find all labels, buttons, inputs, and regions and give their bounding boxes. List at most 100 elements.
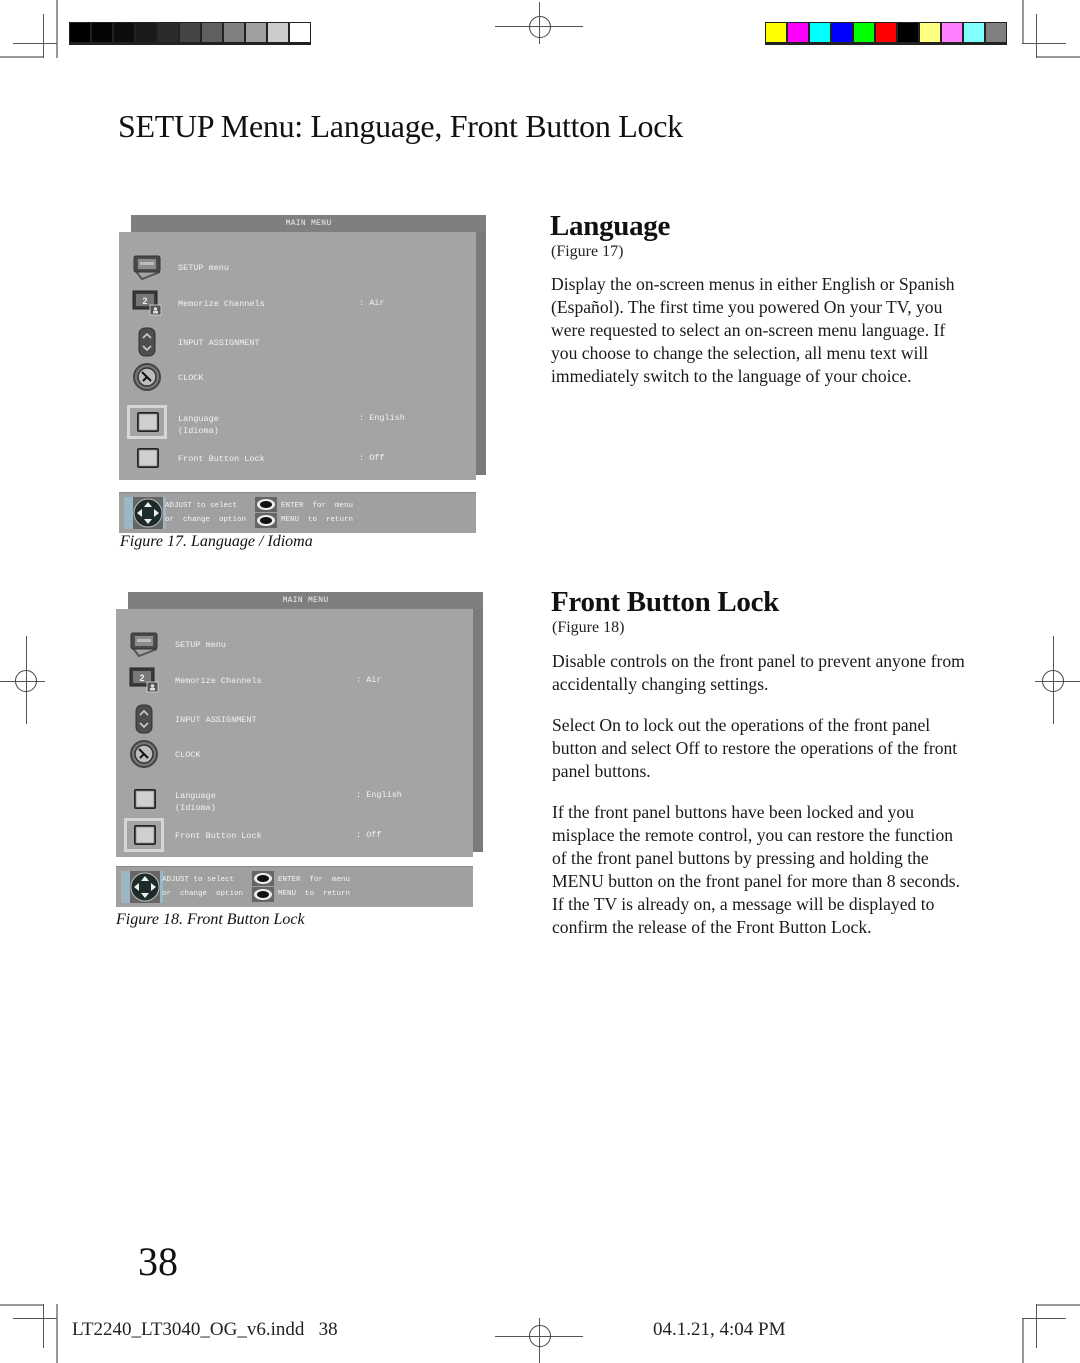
menu-item-value: : Air: [359, 298, 385, 308]
menu-item-label: Language (Idioma): [175, 791, 216, 813]
color-swatch: [810, 23, 830, 42]
tv-menu-figure-18: MAIN MENU SETUP menu 2 Memorize Channels : A…: [116, 592, 486, 912]
grayscale-swatch: [114, 23, 134, 42]
menu-item[interactable]: 2 Memorize Channels : Air: [116, 665, 473, 695]
menu-item[interactable]: CLOCK: [119, 362, 476, 392]
help-change-text: or change option: [165, 516, 247, 524]
menu-item[interactable]: Front Button Lock : Off: [116, 820, 473, 850]
figure-17-caption: Figure 17. Language / Idioma: [120, 533, 313, 550]
enter-button-icon: [255, 497, 277, 512]
grayscale-swatch: [158, 23, 178, 42]
menu-item-label: Front Button Lock: [178, 454, 265, 464]
grayscale-swatch: [268, 23, 288, 42]
tv-setup-icon: [126, 629, 162, 659]
help-enter-text: ENTER for menu: [278, 876, 351, 884]
color-swatch: [832, 23, 852, 42]
color-swatch: [986, 23, 1006, 42]
grayscale-swatch: [136, 23, 156, 42]
color-swatch: [920, 23, 940, 42]
tv-setup-icon: [129, 252, 165, 282]
menu-item[interactable]: 2 Memorize Channels : Air: [119, 288, 476, 318]
memorize-channels-icon: 2: [129, 288, 165, 318]
dpad-icon: [133, 497, 163, 529]
main-menu-title: MAIN MENU: [128, 592, 483, 609]
grayscale-swatch: [224, 23, 244, 42]
menu-item[interactable]: Language (Idioma): English: [116, 784, 473, 814]
help-change-text: or change option: [162, 890, 244, 898]
color-swatch: [788, 23, 808, 42]
help-adjust-text: ADJUST to select: [165, 502, 238, 510]
square-button-icon: [129, 443, 165, 473]
input-assignment-icon: [126, 704, 162, 734]
square-button-icon: [126, 784, 162, 814]
grayscale-swatch: [202, 23, 222, 42]
front-button-lock-figure-ref: (Figure 18): [552, 619, 625, 636]
front-button-lock-paragraph-3: If the front panel buttons have been loc…: [552, 802, 960, 937]
grayscale-swatch: [180, 23, 200, 42]
color-swatch: [876, 23, 896, 42]
grayscale-swatch: [92, 23, 112, 42]
memorize-channels-icon: 2: [126, 665, 162, 695]
menu-body: SETUP menu 2 Memorize Channels : Air INPUT A…: [116, 609, 473, 857]
square-button-icon: [129, 407, 165, 437]
menu-item[interactable]: Language (Idioma) : English: [119, 407, 476, 437]
menu-item-label: CLOCK: [178, 373, 204, 383]
page-title: SETUP Menu: Language, Front Button Lock: [118, 108, 683, 144]
square-button-icon: [126, 820, 162, 850]
menu-help-bar: ADJUST to select or change option ENTER fo…: [119, 492, 476, 533]
menu-item-label: Front Button Lock: [175, 831, 262, 841]
front-button-lock-heading: Front Button Lock: [551, 586, 780, 618]
menu-item[interactable]: INPUT ASSIGNMENT: [116, 704, 473, 734]
help-adjust-text: ADJUST to select: [162, 876, 235, 884]
menu-item-label: Language (Idioma): [178, 414, 219, 436]
grayscale-swatch: [70, 23, 90, 42]
language-heading: Language: [550, 210, 671, 242]
color-swatch: [964, 23, 984, 42]
tv-menu-figure-17: MAIN MENU SETUP menu 2 Memorize Channels : A…: [119, 215, 489, 535]
footer-filename: LT2240_LT3040_OG_v6.indd 38: [72, 1319, 338, 1340]
svg-text:2: 2: [142, 296, 147, 306]
language-figure-ref: (Figure 17): [551, 243, 624, 260]
grayscale-swatch: [246, 23, 266, 42]
menu-item[interactable]: SETUP menu: [116, 629, 473, 659]
footer-timestamp: 04.1.21, 4:04 PM: [653, 1319, 786, 1340]
menu-item-label: INPUT ASSIGNMENT: [175, 715, 257, 725]
clock-icon: [126, 739, 162, 769]
dpad-icon: [130, 871, 160, 903]
help-enter-text: ENTER for menu: [281, 502, 354, 510]
page-number: 38: [138, 1239, 178, 1284]
grayscale-swatch: [290, 23, 310, 42]
menu-help-bar: ADJUST to select or change option ENTER fo…: [116, 866, 473, 907]
figure-18-caption: Figure 18. Front Button Lock: [116, 911, 305, 928]
main-menu-title: MAIN MENU: [131, 215, 486, 232]
menu-item-label: Memorize Channels: [178, 299, 265, 309]
menu-item-value: : English: [359, 413, 405, 423]
language-paragraph: Display the on-screen menus in either En…: [551, 274, 955, 386]
color-swatch: [766, 23, 786, 42]
menu-item[interactable]: INPUT ASSIGNMENT: [119, 327, 476, 357]
menu-body: SETUP menu 2 Memorize Channels : Air INPUT A…: [119, 232, 476, 480]
menu-item-label: SETUP menu: [178, 263, 230, 273]
grayscale-calibration-bar: [69, 22, 311, 45]
front-button-lock-paragraph-2: Select On to lock out the operations of …: [552, 715, 958, 781]
menu-item-value: : Off: [359, 453, 385, 463]
help-menu-text: MENU to return: [281, 516, 354, 524]
menu-item-value: : Air: [356, 675, 382, 685]
color-swatch: [854, 23, 874, 42]
menu-item-label: Memorize Channels: [175, 676, 262, 686]
color-calibration-bar: [765, 22, 1007, 45]
color-swatch: [898, 23, 918, 42]
svg-text:2: 2: [139, 673, 144, 683]
enter-button-icon: [252, 871, 274, 886]
menu-button-icon: [255, 513, 277, 528]
menu-item[interactable]: CLOCK: [116, 739, 473, 769]
input-assignment-icon: [129, 327, 165, 357]
clock-icon: [129, 362, 165, 392]
menu-item[interactable]: SETUP menu: [119, 252, 476, 282]
menu-item[interactable]: Front Button Lock : Off: [119, 443, 476, 473]
menu-item-value: : Off: [356, 830, 382, 840]
menu-button-icon: [252, 887, 274, 902]
menu-item-label: CLOCK: [175, 750, 201, 760]
color-swatch: [942, 23, 962, 42]
front-button-lock-paragraph-1: Disable controls on the front panel to p…: [552, 651, 965, 694]
